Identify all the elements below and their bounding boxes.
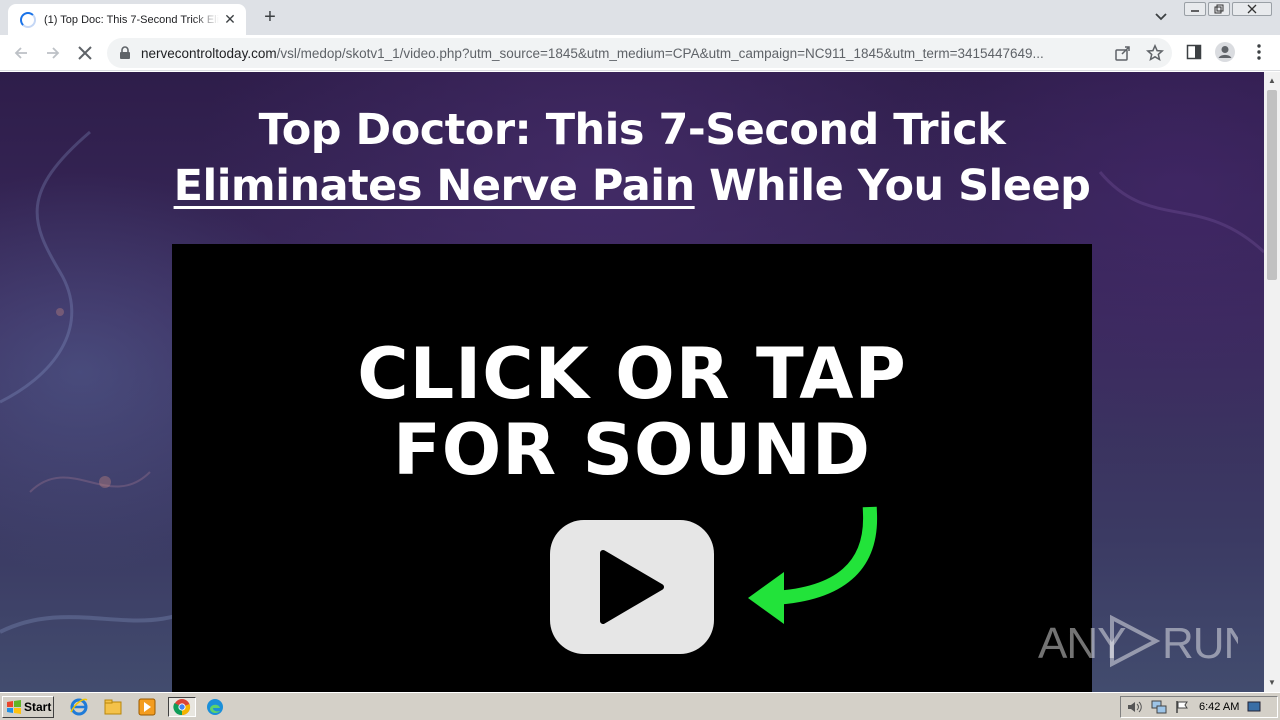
network-icon[interactable] bbox=[1151, 700, 1167, 714]
back-arrow-icon bbox=[14, 47, 27, 59]
omnibox-actions bbox=[1114, 44, 1164, 62]
restore-button[interactable] bbox=[1208, 2, 1230, 16]
chrome-menu-button[interactable] bbox=[1248, 41, 1270, 63]
browser-toolbar: nervecontroltoday.com/vsl/medop/skotv1_1… bbox=[0, 35, 1280, 71]
page-headline: Top Doctor: This 7-Second Trick Eliminat… bbox=[0, 102, 1264, 214]
tab-search-chevron-icon[interactable] bbox=[1152, 9, 1170, 25]
start-button[interactable]: Start bbox=[2, 696, 54, 718]
page-scrollbar[interactable]: ▲ ▼ bbox=[1264, 72, 1280, 692]
close-window-button[interactable] bbox=[1232, 2, 1272, 16]
scroll-up-arrow-icon[interactable]: ▲ bbox=[1268, 76, 1276, 85]
system-tray: 6:42 AM bbox=[1120, 696, 1278, 718]
bookmark-star-icon[interactable] bbox=[1146, 44, 1164, 62]
tab-strip: (1) Top Doc: This 7-Second Trick Elimina… bbox=[0, 0, 1280, 35]
edge-icon[interactable] bbox=[204, 697, 226, 717]
url-host: nervecontroltoday.com bbox=[141, 45, 277, 61]
explorer-icon[interactable] bbox=[102, 697, 124, 717]
headline-underlined-text: Eliminates Nerve Pain bbox=[173, 161, 696, 211]
chrome-icon[interactable] bbox=[168, 697, 196, 717]
minimize-button[interactable] bbox=[1184, 2, 1206, 16]
tab-close-icon[interactable]: ✕ bbox=[222, 11, 238, 28]
windows-logo-icon bbox=[7, 700, 21, 714]
play-icon bbox=[600, 550, 664, 624]
web-page: Top Doctor: This 7-Second Trick Eliminat… bbox=[0, 72, 1264, 692]
url-text[interactable]: nervecontroltoday.com/vsl/medop/skotv1_1… bbox=[141, 46, 1101, 61]
action-center-flag-icon[interactable] bbox=[1175, 700, 1189, 714]
volume-icon[interactable] bbox=[1127, 700, 1143, 714]
side-panel-icon bbox=[1186, 44, 1202, 60]
video-prompt-line-2: FOR SOUND bbox=[392, 409, 872, 491]
start-label: Start bbox=[24, 700, 52, 714]
svg-text:RUN: RUN bbox=[1162, 619, 1238, 668]
stop-loading-button[interactable] bbox=[73, 41, 97, 65]
new-tab-button[interactable]: + bbox=[259, 6, 281, 28]
tab-title: (1) Top Doc: This 7-Second Trick Elimina… bbox=[44, 13, 219, 26]
headline-line-2: Eliminates Nerve Pain While You Sleep bbox=[0, 158, 1264, 214]
forward-arrow-icon bbox=[47, 47, 60, 59]
headline-line-2-rest: While You Sleep bbox=[694, 161, 1091, 211]
green-arrow-icon bbox=[748, 506, 878, 624]
window-controls bbox=[1184, 2, 1272, 16]
video-prompt-line-1: CLICK OR TAP bbox=[357, 333, 907, 415]
browser-tab-active[interactable]: (1) Top Doc: This 7-Second Trick Elimina… bbox=[8, 4, 246, 35]
scrollbar-thumb[interactable] bbox=[1267, 90, 1277, 280]
ie-icon[interactable] bbox=[68, 697, 90, 717]
profile-avatar-icon bbox=[1215, 42, 1235, 62]
taskbar: Start 6:42 AM bbox=[0, 692, 1280, 720]
stop-x-icon bbox=[78, 46, 92, 60]
headline-line-1: Top Doctor: This 7-Second Trick bbox=[258, 105, 1006, 155]
lock-icon[interactable] bbox=[119, 46, 131, 60]
scroll-down-arrow-icon[interactable]: ▼ bbox=[1268, 678, 1276, 687]
video-play-button[interactable] bbox=[550, 520, 714, 654]
profile-button[interactable] bbox=[1214, 41, 1236, 63]
forward-button[interactable] bbox=[41, 41, 65, 65]
anyrun-watermark: ANY RUN bbox=[1038, 608, 1255, 674]
back-button[interactable] bbox=[9, 41, 33, 65]
url-path: /vsl/medop/skotv1_1/video.php?utm_source… bbox=[276, 45, 1044, 61]
side-panel-button[interactable] bbox=[1183, 41, 1205, 63]
video-player[interactable]: CLICK OR TAP FOR SOUND bbox=[172, 244, 1092, 692]
kebab-menu-icon bbox=[1257, 44, 1261, 60]
share-icon[interactable] bbox=[1114, 44, 1132, 62]
taskbar-clock[interactable]: 6:42 AM bbox=[1199, 701, 1239, 713]
loading-spinner-icon bbox=[20, 11, 36, 28]
media-player-icon[interactable] bbox=[136, 697, 158, 717]
address-bar[interactable]: nervecontroltoday.com/vsl/medop/skotv1_1… bbox=[107, 38, 1172, 68]
video-sound-prompt[interactable]: CLICK OR TAP FOR SOUND bbox=[172, 336, 1092, 488]
show-desktop-icon[interactable] bbox=[1247, 701, 1261, 713]
